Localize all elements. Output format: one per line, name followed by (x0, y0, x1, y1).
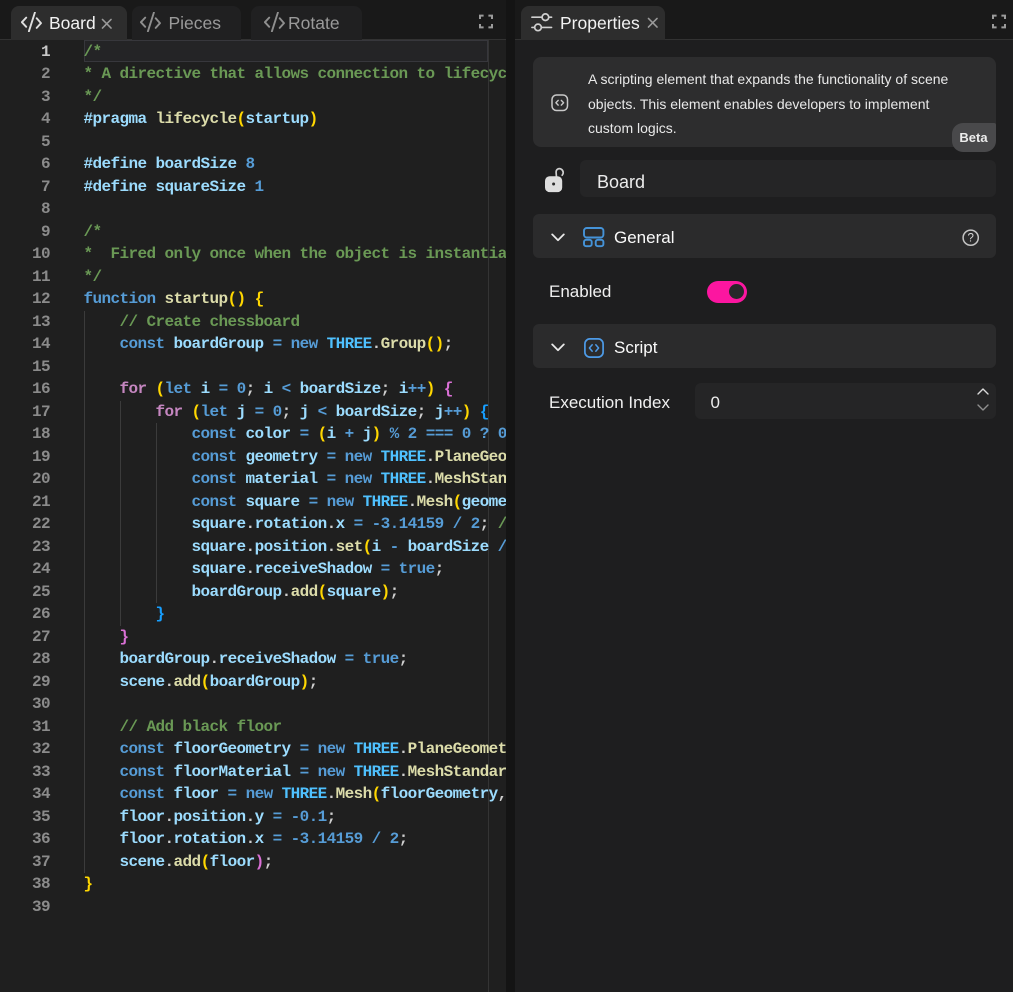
svg-text:?: ? (967, 233, 973, 245)
